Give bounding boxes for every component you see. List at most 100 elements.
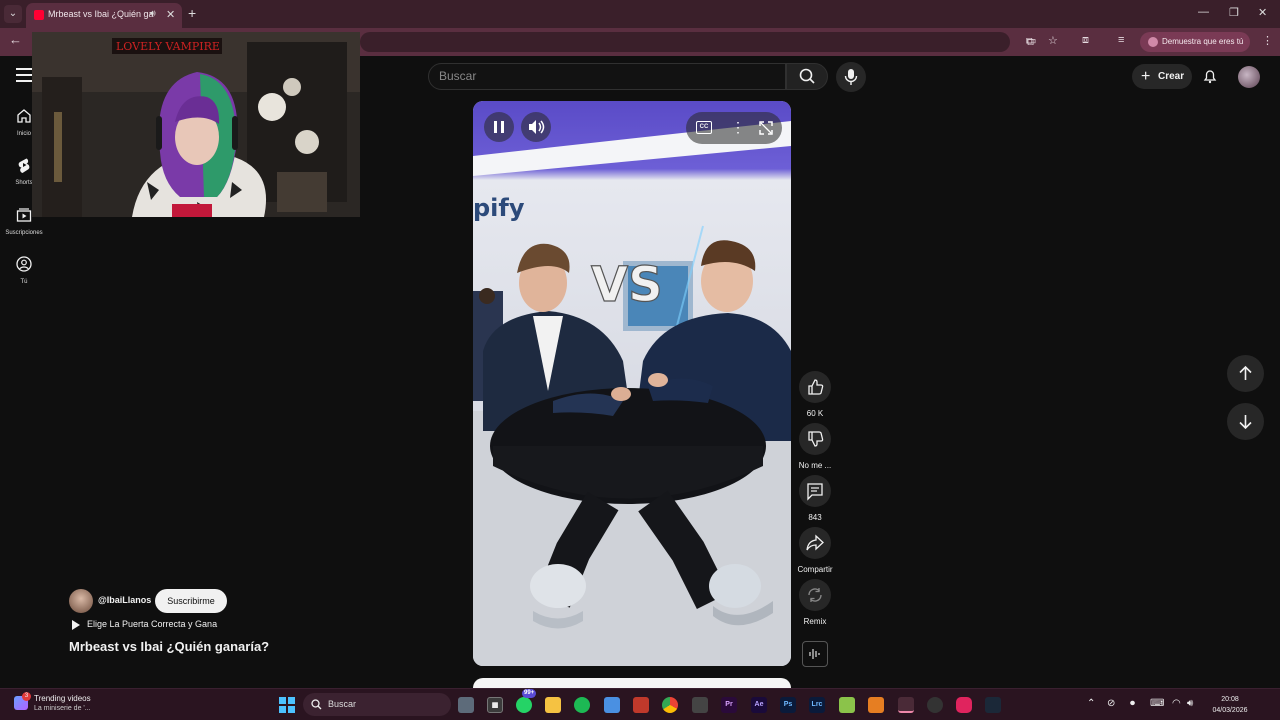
like-count: 60 K (806, 409, 824, 418)
dislike-label: No me ... (798, 461, 832, 470)
player-controls-group: CC ⋮ (686, 112, 782, 144)
comments-button[interactable]: 843 (797, 475, 833, 522)
shorts-video-player[interactable]: VS pify CC ⋮ (473, 101, 791, 666)
app-icon-green[interactable] (839, 697, 855, 713)
audio-wave-icon (809, 649, 820, 659)
after-effects-icon[interactable]: Ae (751, 697, 767, 713)
search-icon (799, 68, 815, 84)
wifi-icon[interactable]: ◠ (1172, 698, 1181, 709)
pause-icon (494, 121, 504, 133)
extensions-icon[interactable]: ⧈ (1082, 34, 1089, 47)
video-brand-overlay-text: pify (473, 194, 525, 222)
app-icon-pink[interactable] (956, 697, 972, 713)
channel-handle[interactable]: @IbaiLlanos (98, 595, 151, 605)
subscribe-button[interactable]: Suscribirme (155, 589, 227, 613)
keyboard-icon[interactable]: ⌨ (1150, 698, 1164, 709)
widget-badge: 3 (22, 692, 31, 701)
media-control-icon[interactable]: ≡ (1118, 34, 1124, 46)
premiere-icon[interactable]: Pr (721, 697, 737, 713)
steam-icon[interactable] (985, 697, 1001, 713)
cast-icon[interactable]: ▭ (1026, 34, 1036, 47)
volume-tray-icon[interactable]: 🔊︎ (1187, 698, 1193, 709)
subscriptions-icon (16, 208, 32, 222)
windows-start-icon[interactable] (279, 697, 295, 713)
new-tab-icon[interactable]: + (188, 5, 196, 21)
network-off-icon[interactable]: ⊘ (1107, 698, 1115, 709)
capture-icon[interactable] (692, 697, 708, 713)
svg-text:LOVELY VAMPIRE: LOVELY VAMPIRE (116, 40, 220, 53)
chrome-active-icon[interactable] (898, 697, 914, 713)
sidebar-item-you[interactable]: Tú (0, 256, 48, 285)
thumbs-down-icon (808, 431, 824, 447)
browser-tab-active[interactable]: Mrbeast vs Ibai ¿Quién ganaría? 🔊︎ ✕ (26, 3, 182, 28)
microphone-icon (844, 69, 858, 85)
share-button[interactable]: Compartir (797, 527, 833, 574)
bookmark-star-icon[interactable]: ☆ (1048, 34, 1058, 47)
browser-menu-icon[interactable]: ⋮ (1262, 34, 1273, 47)
youtube-favicon-icon (34, 10, 44, 20)
remix-icon (808, 588, 822, 602)
tab-close-icon[interactable]: ✕ (166, 8, 175, 21)
webcam-feed-image: LOVELY VAMPIRE (32, 32, 360, 217)
play-icon (72, 619, 80, 630)
address-bar[interactable]: ⧉ (360, 32, 1034, 52)
home-icon (17, 109, 31, 123)
account-avatar[interactable] (1238, 66, 1260, 88)
video-vs-overlay-text: VS (591, 257, 663, 313)
window-close-icon[interactable]: ✕ (1258, 6, 1267, 19)
remix-button[interactable]: Remix (797, 579, 833, 626)
captions-button[interactable]: CC (696, 121, 712, 134)
video-title: Mrbeast vs Ibai ¿Quién ganaría? (69, 639, 270, 654)
microphone-tray-icon[interactable]: ⏺ (1130, 698, 1135, 709)
tab-title: Mrbeast vs Ibai ¿Quién ganaría? (48, 9, 154, 19)
browser-tab-strip: ⌄ Mrbeast vs Ibai ¿Quién ganaría? 🔊︎ ✕ +… (0, 0, 1280, 28)
obs-icon[interactable] (927, 697, 943, 713)
lightroom-icon[interactable]: Lrc (809, 697, 825, 713)
search-input[interactable]: Buscar (428, 63, 786, 90)
music-link[interactable]: Elige La Puerta Correcta y Gana (72, 619, 217, 630)
spotify-icon[interactable] (574, 697, 590, 713)
whatsapp-icon[interactable]: 99+ (516, 689, 537, 713)
whatsapp-badge: 99+ (522, 689, 537, 698)
comment-count: 843 (808, 513, 822, 522)
more-options-icon[interactable]: ⋮ (731, 119, 745, 136)
verify-profile-button[interactable]: Demuestra que eres tú (1140, 32, 1250, 52)
next-short-button[interactable] (1227, 403, 1264, 440)
task-view-icon[interactable] (458, 697, 474, 713)
voice-search-button[interactable] (836, 62, 866, 92)
restore-icon[interactable]: ❐ (1229, 6, 1239, 19)
sound-track-button[interactable] (802, 641, 828, 667)
search-button[interactable] (786, 63, 828, 90)
video-frame-image: VS pify (473, 101, 791, 666)
you-icon (16, 256, 32, 272)
chrome-icon[interactable] (662, 697, 678, 713)
fullscreen-icon[interactable] (758, 120, 774, 136)
remix-label: Remix (803, 617, 827, 626)
guide-menu-icon[interactable] (16, 68, 32, 82)
tab-audio-icon[interactable]: 🔊︎ (150, 8, 156, 19)
channel-avatar[interactable] (69, 589, 93, 613)
pause-button[interactable] (484, 112, 514, 142)
mute-button[interactable] (521, 112, 551, 142)
tray-overflow-icon[interactable]: ⌃ (1087, 698, 1095, 709)
previous-short-button[interactable] (1227, 355, 1264, 392)
notifications-bell-icon[interactable] (1202, 68, 1218, 84)
photoshop-icon[interactable]: Ps (780, 697, 796, 713)
store-icon[interactable]: ▦ (487, 697, 503, 713)
create-button[interactable]: + Crear (1132, 64, 1192, 89)
file-explorer-icon[interactable] (545, 697, 561, 713)
minimize-icon[interactable]: — (1198, 6, 1209, 18)
like-button[interactable]: 60 K (797, 371, 833, 418)
dislike-button[interactable]: No me ... (797, 423, 833, 470)
app-icon-red[interactable] (633, 697, 649, 713)
app-icon-orange[interactable] (868, 697, 884, 713)
share-label: Compartir (797, 565, 833, 574)
tab-search-icon[interactable]: ⌄ (4, 5, 22, 23)
shorts-icon (18, 158, 30, 173)
back-arrow-icon[interactable]: ← (9, 32, 22, 47)
system-clock[interactable]: 20:08 04/03/2026 (1206, 694, 1254, 716)
taskbar-search[interactable]: Buscar (303, 693, 451, 716)
webcam-overlay: LOVELY VAMPIRE (32, 32, 360, 217)
notepad-icon[interactable] (604, 697, 620, 713)
arrow-down-icon (1239, 415, 1252, 430)
